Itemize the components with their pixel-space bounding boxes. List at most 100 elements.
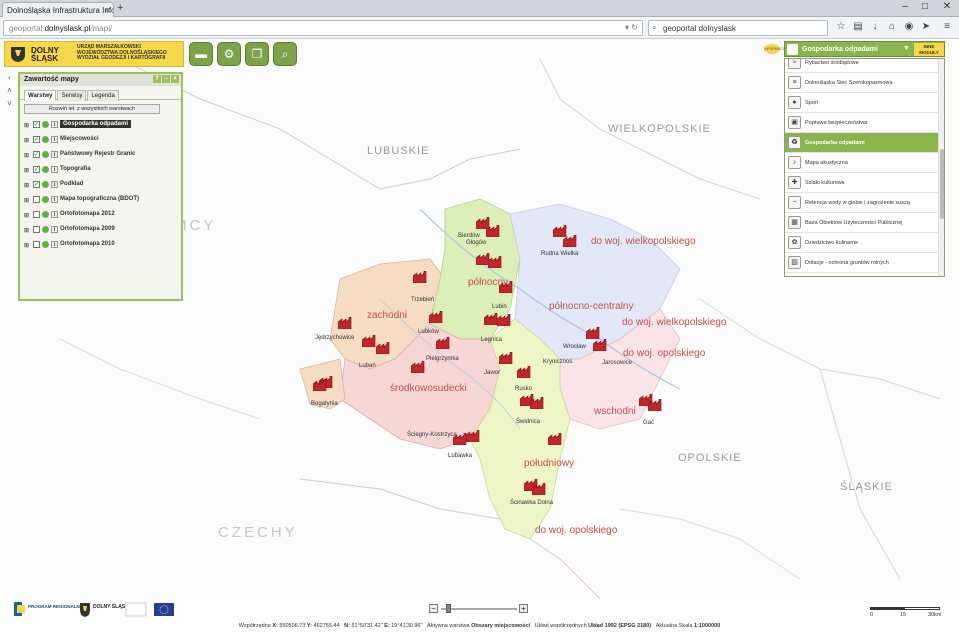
layer-row[interactable]: ⊞ i Mapa topograficzna (BDOT) [20,193,181,208]
new-tab-button[interactable]: + [117,2,123,14]
factory-icon[interactable] [517,366,531,378]
scroll-thumb[interactable] [940,149,944,219]
factory-icon[interactable] [497,314,511,326]
expand-icon[interactable]: ⊞ [24,167,29,174]
factory-icon[interactable] [313,379,327,391]
factory-icon[interactable] [486,225,500,237]
theme-item[interactable]: ▦ Baza Obiektów Użyteczności Publicznej [785,213,944,233]
info-icon[interactable]: i [51,211,58,218]
chat-icon[interactable]: ◉ [902,21,916,32]
layer-row[interactable]: ⊞ i Ortofotomapa 2012 [20,208,181,223]
layer-checkbox[interactable]: ✓ [33,136,40,143]
factory-icon[interactable] [338,317,352,329]
info-icon[interactable]: i [51,121,58,128]
expand-icon[interactable]: ⊞ [24,182,29,189]
factory-icon[interactable] [499,352,513,364]
factory-icon[interactable] [530,397,544,409]
chevron-down-icon[interactable]: ▼ [903,45,910,52]
theme-item[interactable]: ● Sport [785,93,944,113]
expand-icon[interactable]: ⊞ [24,242,29,249]
url-bar[interactable]: geoportal.dolnyslask.pl/mapi/ ▾ ↻ [3,20,643,36]
expand-layers-button[interactable]: Rozwiń ieł. z wszystkich warstwach [24,104,160,114]
visibility-icon[interactable] [42,136,49,143]
expand-icon[interactable]: ⊞ [24,212,29,219]
theme-scrollbar[interactable] [938,59,944,276]
layer-checkbox[interactable] [33,211,40,218]
layer-checkbox[interactable] [33,241,40,248]
factory-icon[interactable] [648,399,662,411]
other-modules-button[interactable]: INNE MODUŁY [914,43,944,56]
close-icon[interactable]: × [105,5,110,15]
layer-row[interactable]: ⊞ ✓ i Państwowy Rejestr Granic [20,148,181,163]
visibility-icon[interactable] [42,166,49,173]
zoom-out-button[interactable]: − [429,604,438,613]
visibility-icon[interactable] [42,121,49,128]
layer-checkbox[interactable]: ✓ [33,181,40,188]
settings-button[interactable]: ⚙ [217,42,241,66]
expand-icon[interactable]: ⊞ [24,227,29,234]
factory-icon[interactable] [466,430,480,442]
zoom-slider[interactable]: − + [429,604,529,614]
download-icon[interactable]: ↓ [868,21,882,32]
layer-checkbox[interactable] [33,226,40,233]
minimize-panel-icon[interactable]: – [162,75,170,83]
factory-icon[interactable] [586,327,600,339]
tab-warstwy[interactable]: Warstwy [24,90,57,101]
visibility-icon[interactable] [42,196,49,203]
factory-icon[interactable] [429,311,443,323]
theme-item[interactable]: ~ Retencja wody w glebie i zagrożenie sus… [785,193,944,213]
theme-item[interactable]: ♪ Mapa akustyczna [785,153,944,173]
layer-row[interactable]: ⊞ ✓ i Topografia [20,163,181,178]
layer-checkbox[interactable]: ✓ [33,151,40,158]
visibility-icon[interactable] [42,226,49,233]
search-input[interactable]: ⌕ geoportal dolnyslask [648,20,828,36]
maximize-icon[interactable]: □ [915,1,935,12]
expand-icon[interactable]: ⊞ [24,137,29,144]
expand-icon[interactable]: ⊞ [24,197,29,204]
layer-checkbox[interactable]: ✓ [33,121,40,128]
factory-icon[interactable] [593,339,607,351]
logo[interactable]: DOLNY ŚLĄSK URZĄD MARSZAŁKOWSKI WOJEWÓDZTW… [4,41,184,67]
theme-item[interactable]: ✿ Dziedzictwo kulinarne [785,233,944,253]
theme-item[interactable]: ♻ Gospodarka odpadami [785,133,944,153]
theme-item[interactable]: ▣ Poprawa bezpieczeństwa [785,113,944,133]
factory-icon[interactable] [548,433,562,445]
visibility-icon[interactable] [42,181,49,188]
send-icon[interactable]: ➤ [919,21,933,32]
minimize-icon[interactable]: – [895,1,915,12]
zoom-thumb[interactable] [446,604,451,613]
chevron-left-icon[interactable]: ‹ [4,72,15,83]
layer-row[interactable]: ⊞ i Ortofotomapa 2009 [20,223,181,238]
theme-item[interactable]: ▨ Dotacje - ochrona gruntów rolnych [785,253,944,273]
layer-row[interactable]: ⊞ ✓ i Podkład [20,178,181,193]
factory-icon[interactable] [413,271,427,283]
factory-icon[interactable] [362,335,376,347]
close-panel-icon[interactable]: × [171,75,179,83]
theme-item[interactable]: ≡ Dolnośląska Sieć Szerokopasmowa [785,73,944,93]
theme-item[interactable]: ≈ Rybactwo śródlądowe [785,59,944,73]
factory-icon[interactable] [411,361,425,373]
tab-legenda[interactable]: Legenda [87,90,119,101]
info-icon[interactable]: i [51,241,58,248]
factory-icon[interactable] [453,433,467,445]
info-icon[interactable]: i [51,166,58,173]
info-button[interactable]: INFORMACJE [764,44,787,54]
visibility-icon[interactable] [42,151,49,158]
factory-icon[interactable] [436,337,450,349]
zoom-in-button[interactable]: + [519,604,528,613]
layer-row[interactable]: ⊞ ✓ i Miejscowości [20,133,181,148]
help-icon[interactable]: ? [153,75,161,83]
browser-tab[interactable]: Dolnośląska Infrastruktura Infor... × [2,2,114,17]
tab-serwisy[interactable]: Serwisy [57,90,87,101]
clipboard-icon[interactable]: ▤ [851,21,865,32]
search-button[interactable]: ⌕ [273,42,297,66]
chevron-down-icon[interactable]: ˅ [4,98,15,109]
info-icon[interactable]: i [51,181,58,188]
info-icon[interactable]: i [51,151,58,158]
chevron-up-icon[interactable]: ˄ [4,85,15,96]
layer-checkbox[interactable]: ✓ [33,166,40,173]
window-close-icon[interactable]: ✕ [937,1,957,12]
theme-item[interactable]: ✚ Szlaki kulturowe [785,173,944,193]
info-icon[interactable]: i [51,136,58,143]
zoom-track[interactable] [441,608,517,610]
